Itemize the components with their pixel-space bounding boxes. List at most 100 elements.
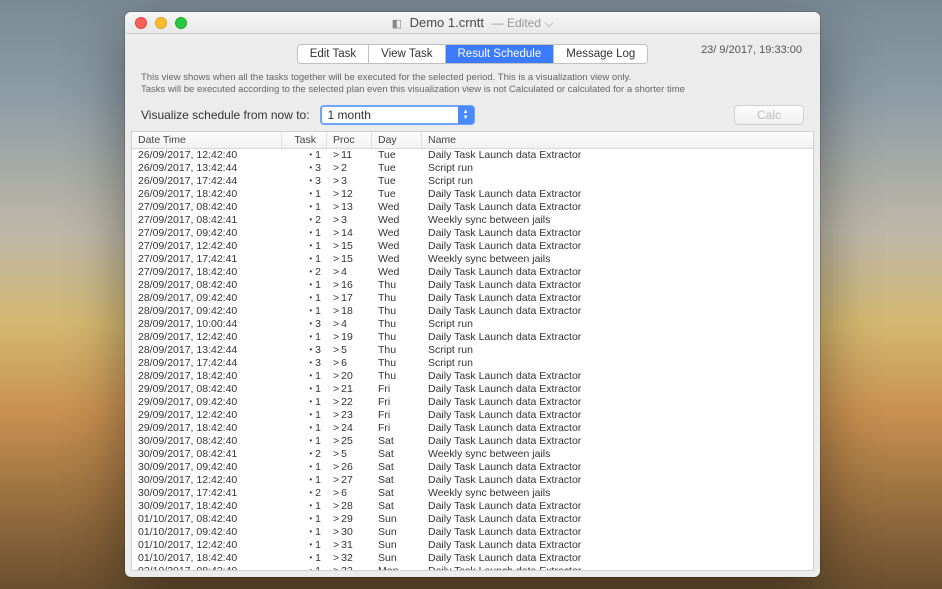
table-row[interactable]: 01/10/2017, 08:42:40•1>29SunDaily Task L… — [132, 513, 813, 526]
cell-day: Sun — [372, 539, 422, 552]
table-row[interactable]: 30/09/2017, 18:42:40•1>28SatDaily Task L… — [132, 500, 813, 513]
schedule-table: Date Time Task Proc Day Name 26/09/2017,… — [131, 131, 814, 571]
cell-day: Mon — [372, 565, 422, 570]
period-select[interactable]: 1 month ▲▼ — [320, 105, 475, 125]
cell-proc: >19 — [327, 331, 372, 344]
cell-proc: >22 — [327, 396, 372, 409]
description-text: This view shows when all the tasks toget… — [125, 70, 820, 97]
cell-proc: >24 — [327, 422, 372, 435]
zoom-button[interactable] — [175, 17, 187, 29]
table-body[interactable]: 26/09/2017, 12:42:40•1>11TueDaily Task L… — [132, 149, 813, 570]
table-row[interactable]: 27/09/2017, 08:42:41•2>3WedWeekly sync b… — [132, 214, 813, 227]
table-row[interactable]: 30/09/2017, 17:42:41•2>6SatWeekly sync b… — [132, 487, 813, 500]
table-row[interactable]: 02/10/2017, 08:42:40•1>33MonDaily Task L… — [132, 565, 813, 570]
tab-view-task[interactable]: View Task — [369, 45, 445, 63]
titlebar[interactable]: ◧ Demo 1.crntt — Edited ⌵ — [125, 12, 820, 34]
cell-name: Script run — [422, 357, 813, 370]
table-row[interactable]: 27/09/2017, 08:42:40•1>13WedDaily Task L… — [132, 201, 813, 214]
document-icon: ◧ — [392, 18, 402, 30]
edited-indicator[interactable]: — Edited ⌵ — [492, 16, 554, 30]
cell-name: Daily Task Launch data Extractor — [422, 409, 813, 422]
cell-task: •2 — [282, 487, 327, 500]
table-row[interactable]: 27/09/2017, 18:42:40•2>4WedDaily Task La… — [132, 266, 813, 279]
cell-name: Daily Task Launch data Extractor — [422, 292, 813, 305]
col-datetime[interactable]: Date Time — [132, 132, 282, 148]
tab-edit-task[interactable]: Edit Task — [298, 45, 369, 63]
cell-proc: >14 — [327, 227, 372, 240]
table-row[interactable]: 29/09/2017, 08:42:40•1>21FriDaily Task L… — [132, 383, 813, 396]
cell-day: Sat — [372, 500, 422, 513]
cell-name: Daily Task Launch data Extractor — [422, 266, 813, 279]
table-row[interactable]: 28/09/2017, 09:42:40•1>18ThuDaily Task L… — [132, 305, 813, 318]
table-row[interactable]: 30/09/2017, 12:42:40•1>27SatDaily Task L… — [132, 474, 813, 487]
cell-name: Daily Task Launch data Extractor — [422, 539, 813, 552]
table-row[interactable]: 26/09/2017, 12:42:40•1>11TueDaily Task L… — [132, 149, 813, 162]
table-row[interactable]: 28/09/2017, 09:42:40•1>17ThuDaily Task L… — [132, 292, 813, 305]
cell-task: •1 — [282, 565, 327, 570]
cell-proc: >5 — [327, 448, 372, 461]
table-row[interactable]: 29/09/2017, 18:42:40•1>24FriDaily Task L… — [132, 422, 813, 435]
minimize-button[interactable] — [155, 17, 167, 29]
table-row[interactable]: 30/09/2017, 08:42:40•1>25SatDaily Task L… — [132, 435, 813, 448]
cell-name: Daily Task Launch data Extractor — [422, 240, 813, 253]
table-row[interactable]: 28/09/2017, 12:42:40•1>19ThuDaily Task L… — [132, 331, 813, 344]
cell-day: Thu — [372, 344, 422, 357]
calc-button[interactable]: Calc — [734, 105, 804, 125]
table-row[interactable]: 01/10/2017, 18:42:40•1>32SunDaily Task L… — [132, 552, 813, 565]
cell-day: Thu — [372, 305, 422, 318]
cell-datetime: 26/09/2017, 13:42:44 — [132, 162, 282, 175]
cell-name: Daily Task Launch data Extractor — [422, 383, 813, 396]
table-row[interactable]: 28/09/2017, 10:00:44•3>4ThuScript run — [132, 318, 813, 331]
app-window: ◧ Demo 1.crntt — Edited ⌵ Edit TaskView … — [125, 12, 820, 577]
col-task[interactable]: Task — [282, 132, 327, 148]
table-row[interactable]: 26/09/2017, 18:42:40•1>12TueDaily Task L… — [132, 188, 813, 201]
table-row[interactable]: 01/10/2017, 12:42:40•1>31SunDaily Task L… — [132, 539, 813, 552]
cell-proc: >30 — [327, 526, 372, 539]
cell-proc: >25 — [327, 435, 372, 448]
cell-proc: >23 — [327, 409, 372, 422]
cell-proc: >16 — [327, 279, 372, 292]
col-proc[interactable]: Proc — [327, 132, 372, 148]
cell-proc: >4 — [327, 318, 372, 331]
cell-proc: >29 — [327, 513, 372, 526]
cell-datetime: 30/09/2017, 08:42:40 — [132, 435, 282, 448]
cell-day: Thu — [372, 292, 422, 305]
tab-result-schedule[interactable]: Result Schedule — [446, 45, 555, 63]
table-row[interactable]: 30/09/2017, 08:42:41•2>5SatWeekly sync b… — [132, 448, 813, 461]
cell-name: Daily Task Launch data Extractor — [422, 513, 813, 526]
cell-datetime: 30/09/2017, 08:42:41 — [132, 448, 282, 461]
cell-day: Wed — [372, 214, 422, 227]
table-row[interactable]: 26/09/2017, 17:42:44•3>3TueScript run — [132, 175, 813, 188]
close-button[interactable] — [135, 17, 147, 29]
col-day[interactable]: Day — [372, 132, 422, 148]
desc-line-1: This view shows when all the tasks toget… — [141, 72, 804, 84]
table-row[interactable]: 29/09/2017, 09:42:40•1>22FriDaily Task L… — [132, 396, 813, 409]
table-row[interactable]: 27/09/2017, 12:42:40•1>15WedDaily Task L… — [132, 240, 813, 253]
cell-datetime: 28/09/2017, 18:42:40 — [132, 370, 282, 383]
table-row[interactable]: 27/09/2017, 17:42:41•1>15WedWeekly sync … — [132, 253, 813, 266]
cell-proc: >31 — [327, 539, 372, 552]
cell-proc: >12 — [327, 188, 372, 201]
cell-name: Daily Task Launch data Extractor — [422, 396, 813, 409]
table-row[interactable]: 28/09/2017, 18:42:40•1>20ThuDaily Task L… — [132, 370, 813, 383]
cell-name: Daily Task Launch data Extractor — [422, 370, 813, 383]
table-row[interactable]: 28/09/2017, 08:42:40•1>16ThuDaily Task L… — [132, 279, 813, 292]
table-row[interactable]: 28/09/2017, 13:42:44•3>5ThuScript run — [132, 344, 813, 357]
table-row[interactable]: 28/09/2017, 17:42:44•3>6ThuScript run — [132, 357, 813, 370]
col-name[interactable]: Name — [422, 132, 813, 148]
cell-task: •1 — [282, 474, 327, 487]
cell-task: •1 — [282, 279, 327, 292]
table-row[interactable]: 27/09/2017, 09:42:40•1>14WedDaily Task L… — [132, 227, 813, 240]
table-row[interactable]: 26/09/2017, 13:42:44•3>2TueScript run — [132, 162, 813, 175]
current-time: 23/ 9/2017, 19:33:00 — [701, 44, 802, 56]
cell-proc: >26 — [327, 461, 372, 474]
cell-name: Daily Task Launch data Extractor — [422, 188, 813, 201]
cell-proc: >17 — [327, 292, 372, 305]
table-row[interactable]: 30/09/2017, 09:42:40•1>26SatDaily Task L… — [132, 461, 813, 474]
cell-day: Sun — [372, 513, 422, 526]
tab-message-log[interactable]: Message Log — [554, 45, 647, 63]
table-row[interactable]: 29/09/2017, 12:42:40•1>23FriDaily Task L… — [132, 409, 813, 422]
cell-name: Daily Task Launch data Extractor — [422, 565, 813, 570]
table-row[interactable]: 01/10/2017, 09:42:40•1>30SunDaily Task L… — [132, 526, 813, 539]
cell-task: •1 — [282, 149, 327, 162]
